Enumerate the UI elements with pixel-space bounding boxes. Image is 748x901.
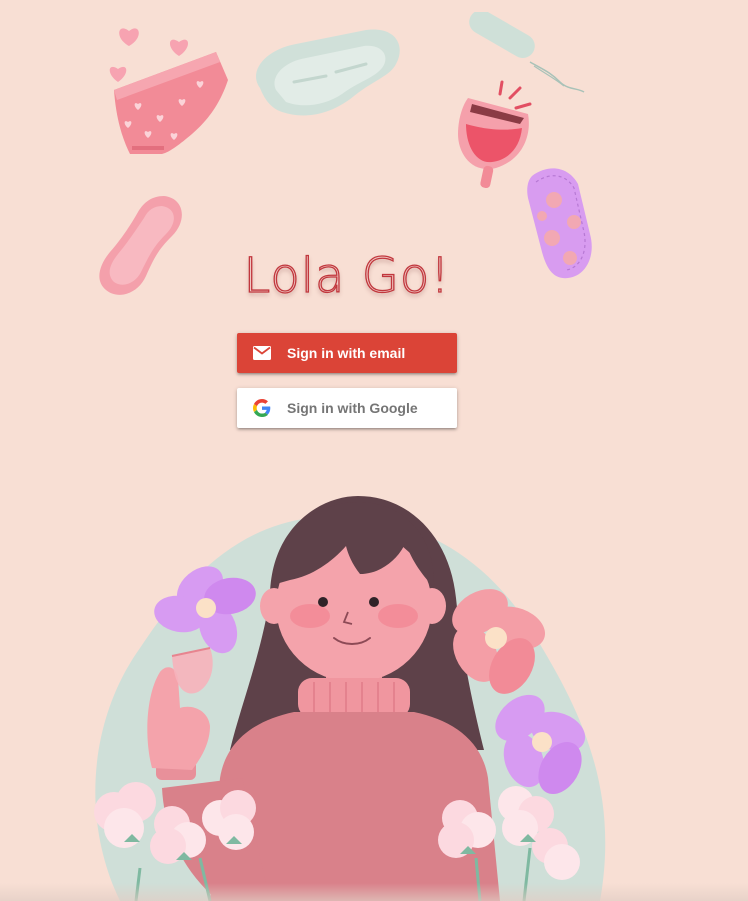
google-logo-icon (253, 399, 271, 417)
sanitary-pad-icon (256, 29, 400, 116)
bottom-shadow (0, 883, 748, 901)
period-underwear-icon (114, 52, 228, 154)
sign-in-google-label: Sign in with Google (287, 400, 418, 416)
sign-in-email-button[interactable]: Sign in with email (237, 333, 457, 373)
login-screen: Lola Go! Sign in with email Sign in with… (0, 0, 748, 901)
sign-in-google-button[interactable]: Sign in with Google (237, 388, 457, 428)
mail-icon (253, 344, 271, 362)
sign-in-email-label: Sign in with email (287, 345, 406, 361)
girl-holding-cup-illustration (94, 496, 606, 901)
app-title: Lola Go! (243, 247, 451, 304)
